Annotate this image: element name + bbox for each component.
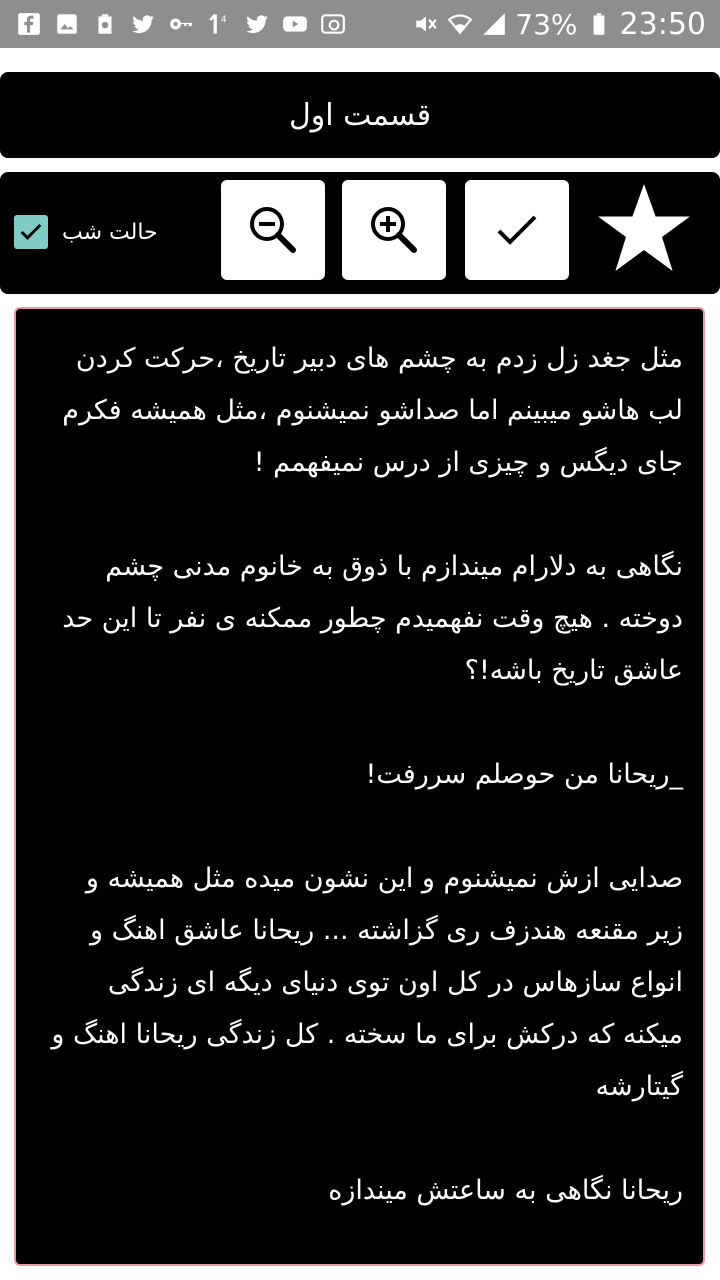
story-text: مثل جغد زل زدم به چشم های دبیر تاریخ ،حر… (16, 309, 703, 1217)
star-icon (598, 184, 690, 271)
zoom-out-icon (250, 207, 296, 253)
signal-icon (481, 11, 507, 37)
zoom-in-icon (371, 207, 417, 253)
done-button[interactable] (465, 180, 569, 280)
battery-icon (586, 11, 612, 37)
chapter-title-bar: قسمت اول (0, 72, 720, 158)
twitter-icon (244, 11, 270, 37)
story-paragraph: مثل جغد زل زدم به چشم های دبیر تاریخ ،حر… (62, 343, 683, 478)
night-mode-label: حالت شب (62, 219, 158, 245)
chapter-title: قسمت اول (288, 97, 432, 133)
svg-text:4: 4 (221, 15, 227, 25)
story-paragraph: _ریحانا من حوصلم سررفت! (365, 759, 684, 790)
clock: 23:50 (619, 6, 706, 42)
story-content[interactable]: مثل جغد زل زدم به چشم های دبیر تاریخ ،حر… (14, 307, 705, 1266)
wifi-icon (447, 11, 473, 37)
recycle-icon (92, 11, 118, 37)
check-icon (497, 215, 537, 245)
system-status: 73% 23:50 (413, 7, 706, 42)
mute-icon (413, 11, 439, 37)
youtube-icon (282, 11, 308, 37)
download-icon: 4 (206, 11, 232, 37)
story-paragraph: ریحانا نگاهی به ساعتش میندازه (328, 1175, 683, 1206)
message-icon (320, 11, 346, 37)
key-icon (168, 11, 194, 37)
zoom-out-button[interactable] (221, 180, 325, 280)
status-bar: 4 73% 23:50 (0, 0, 720, 48)
favorite-button[interactable] (596, 182, 692, 274)
facebook-icon (16, 11, 42, 37)
checkmark-icon (20, 223, 42, 240)
battery-percent: 73% (515, 7, 578, 41)
night-mode-checkbox[interactable] (14, 215, 48, 249)
reader-toolbar: حالت شب (0, 172, 720, 294)
notification-icons: 4 (16, 11, 346, 37)
story-paragraph: نگاهی به دلارام میندازم با ذوق به خانوم … (62, 551, 683, 686)
story-paragraph: صدایی ازش نمیشنوم و این نشون میده مثل هم… (51, 863, 683, 1102)
twitter-icon (130, 11, 156, 37)
zoom-in-button[interactable] (342, 180, 446, 280)
gallery-icon (54, 11, 80, 37)
night-mode-toggle[interactable]: حالت شب (14, 208, 158, 256)
